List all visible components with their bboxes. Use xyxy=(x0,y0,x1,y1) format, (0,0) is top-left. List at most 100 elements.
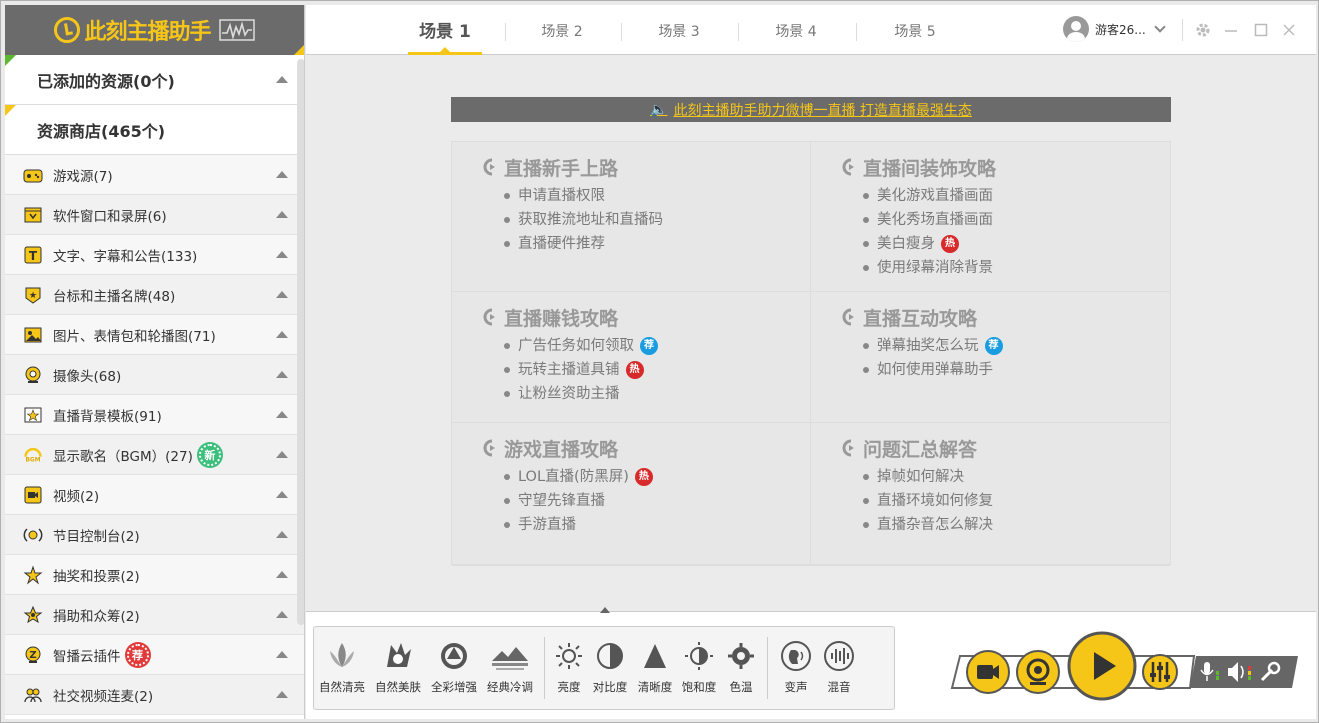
category-item[interactable]: 摄像头(68) xyxy=(5,355,304,395)
category-item[interactable]: 直播背景模板(91) xyxy=(5,395,304,435)
category-item[interactable]: 抽奖和投票(2) xyxy=(5,555,304,595)
category-item[interactable]: 节目控制台(2) xyxy=(5,515,304,555)
guide-link[interactable]: 美化游戏直播画面 xyxy=(863,184,1170,208)
arrow-right-circle-icon xyxy=(483,308,495,326)
temperature-icon xyxy=(726,633,756,679)
tab-scene-5[interactable]: 场景 5 xyxy=(870,5,960,55)
camera-button[interactable] xyxy=(966,650,1010,694)
guide-link[interactable]: 获取推流地址和直播码 xyxy=(504,208,810,232)
expand-arrow-icon[interactable] xyxy=(276,450,288,458)
expand-arrow-icon[interactable] xyxy=(276,210,288,218)
expand-arrow-icon[interactable] xyxy=(276,170,288,178)
mixer-settings-button[interactable] xyxy=(1142,654,1178,690)
expand-arrow-icon[interactable] xyxy=(276,370,288,378)
close-icon[interactable] xyxy=(1278,19,1300,41)
tab-scene-3[interactable]: 场景 3 xyxy=(634,5,724,55)
guide-link[interactable]: 守望先锋直播 xyxy=(504,489,810,513)
sharpness-icon xyxy=(640,633,670,679)
effect-mix[interactable]: 混音 xyxy=(818,633,860,705)
effect-classic-cool[interactable]: 经典冷调 xyxy=(482,633,538,705)
category-list: 游戏源(7) 软件窗口和录屏(6) T 文字、字幕和公告(133) ★ 台标和主… xyxy=(5,155,304,715)
collapse-panel-icon[interactable] xyxy=(600,607,610,613)
category-item[interactable]: Z 智播云插件 荐 xyxy=(5,635,304,675)
effect-saturation[interactable]: 饱和度 xyxy=(677,633,721,705)
announcement-link[interactable]: 此刻主播助手助力微博一直播 打造直播最强生态 xyxy=(673,100,971,120)
contrast-icon xyxy=(595,633,625,679)
guide-link[interactable]: 弹幕抽奖怎么玩荐 xyxy=(863,334,1170,358)
maximize-icon[interactable] xyxy=(1250,19,1272,41)
effect-voice-change[interactable]: 变声 xyxy=(774,633,818,705)
effect-natural-bright[interactable]: 自然清亮 xyxy=(314,633,370,705)
effect-natural-skin[interactable]: 自然美肤 xyxy=(370,633,426,705)
arrow-right-circle-icon xyxy=(842,439,854,457)
chevron-down-icon[interactable] xyxy=(1154,21,1166,33)
tab-scene-1[interactable]: 场景 1 xyxy=(400,5,490,55)
expand-arrow-icon[interactable] xyxy=(276,250,288,258)
guide-link[interactable]: 广告任务如何领取荐 xyxy=(504,334,810,358)
category-item[interactable]: ★ 台标和主播名牌(48) xyxy=(5,275,304,315)
guide-link[interactable]: 美白瘦身热 xyxy=(863,232,1170,256)
guide-link[interactable]: LOL直播(防黑屏) 热 xyxy=(504,465,810,489)
expand-arrow-icon[interactable] xyxy=(276,530,288,538)
category-item[interactable]: BGM 显示歌名（BGM）(27) 新 xyxy=(5,435,304,475)
category-item[interactable]: 软件窗口和录屏(6) xyxy=(5,195,304,235)
category-item[interactable]: 社交视频连麦(2) xyxy=(5,675,304,715)
guide-link[interactable]: 掉帧如何解决 xyxy=(863,465,1170,489)
stream-controls-graphic xyxy=(950,631,1298,701)
effect-color-enhance[interactable]: 全彩增强 xyxy=(426,633,482,705)
guide-link[interactable]: 申请直播权限 xyxy=(504,184,810,208)
tab-divider xyxy=(856,23,857,41)
effect-brightness[interactable]: 亮度 xyxy=(551,633,587,705)
user-menu[interactable]: 游客26... xyxy=(1063,16,1166,42)
category-item[interactable]: 捐助和众筹(2) xyxy=(5,595,304,635)
guide-link[interactable]: 手游直播 xyxy=(504,513,810,537)
guide-link[interactable]: 直播杂音怎么解决 xyxy=(863,513,1170,537)
arrow-right-circle-icon xyxy=(842,308,854,326)
sidebar-scrollbar[interactable] xyxy=(297,59,304,625)
expand-arrow-icon[interactable] xyxy=(276,690,288,698)
gear-icon[interactable] xyxy=(1192,19,1214,41)
expand-arrow-icon[interactable] xyxy=(276,490,288,498)
effect-color-temp[interactable]: 色温 xyxy=(721,633,761,705)
speaker-icon: 🔈 xyxy=(650,101,668,118)
expand-arrow-icon[interactable] xyxy=(276,410,288,418)
user-name: 游客26... xyxy=(1095,22,1146,37)
tab-divider xyxy=(621,23,622,41)
guide-link[interactable]: 玩转主播道具铺热 xyxy=(504,358,810,382)
hot-tag: 热 xyxy=(634,468,653,486)
category-item[interactable]: T 文字、字幕和公告(133) xyxy=(5,235,304,275)
guide-link[interactable]: 直播硬件推荐 xyxy=(504,232,810,256)
category-item[interactable]: 图片、表情包和轮播图(71) xyxy=(5,315,304,355)
guide-link[interactable]: 如何使用弹幕助手 xyxy=(863,358,1170,382)
tab-scene-2[interactable]: 场景 2 xyxy=(517,5,607,55)
tab-scene-4[interactable]: 场景 4 xyxy=(751,5,841,55)
lottery-icon xyxy=(23,564,43,585)
category-item[interactable]: 游戏源(7) xyxy=(5,155,304,195)
expand-arrow-icon[interactable] xyxy=(276,290,288,298)
svg-text:Z: Z xyxy=(29,650,36,661)
resource-store-header[interactable]: 资源商店(465个) xyxy=(5,105,304,155)
guide-link[interactable]: 使用绿幕消除背景 xyxy=(863,256,1170,280)
skin-icon xyxy=(381,633,415,679)
app-logo: 此刻主播助手 xyxy=(5,5,304,55)
collapse-arrow-icon[interactable] xyxy=(276,75,288,83)
effects-panel: 自然清亮 自然美肤 全彩增强 经典冷调 亮度 对比度 清晰度 饱和度 色温 变声… xyxy=(313,626,895,710)
guide-link[interactable]: 让粉丝资助主播 xyxy=(504,382,810,406)
minimize-icon[interactable] xyxy=(1220,19,1242,41)
effect-contrast[interactable]: 对比度 xyxy=(587,633,633,705)
start-stream-button[interactable] xyxy=(1067,631,1137,701)
expand-arrow-icon[interactable] xyxy=(276,330,288,338)
expand-arrow-icon[interactable] xyxy=(276,610,288,618)
webcam-button[interactable] xyxy=(1016,650,1060,694)
effect-sharpness[interactable]: 清晰度 xyxy=(633,633,677,705)
expand-arrow-icon[interactable] xyxy=(276,570,288,578)
tab-divider xyxy=(505,23,506,41)
arrow-right-circle-icon xyxy=(483,439,495,457)
added-resources-header[interactable]: 已添加的资源(0个) xyxy=(5,55,304,105)
expand-arrow-icon[interactable] xyxy=(276,650,288,658)
announcement-banner[interactable]: 🔈 此刻主播助手助力微博一直播 打造直播最强生态 xyxy=(451,97,1171,122)
category-item[interactable]: 视频(2) xyxy=(5,475,304,515)
main-area: 场景 1 场景 2 场景 3 场景 4 场景 5 游客26... 🔈 此刻主播助… xyxy=(306,5,1316,719)
guide-link[interactable]: 美化秀场直播画面 xyxy=(863,208,1170,232)
guide-link[interactable]: 直播环境如何修复 xyxy=(863,489,1170,513)
